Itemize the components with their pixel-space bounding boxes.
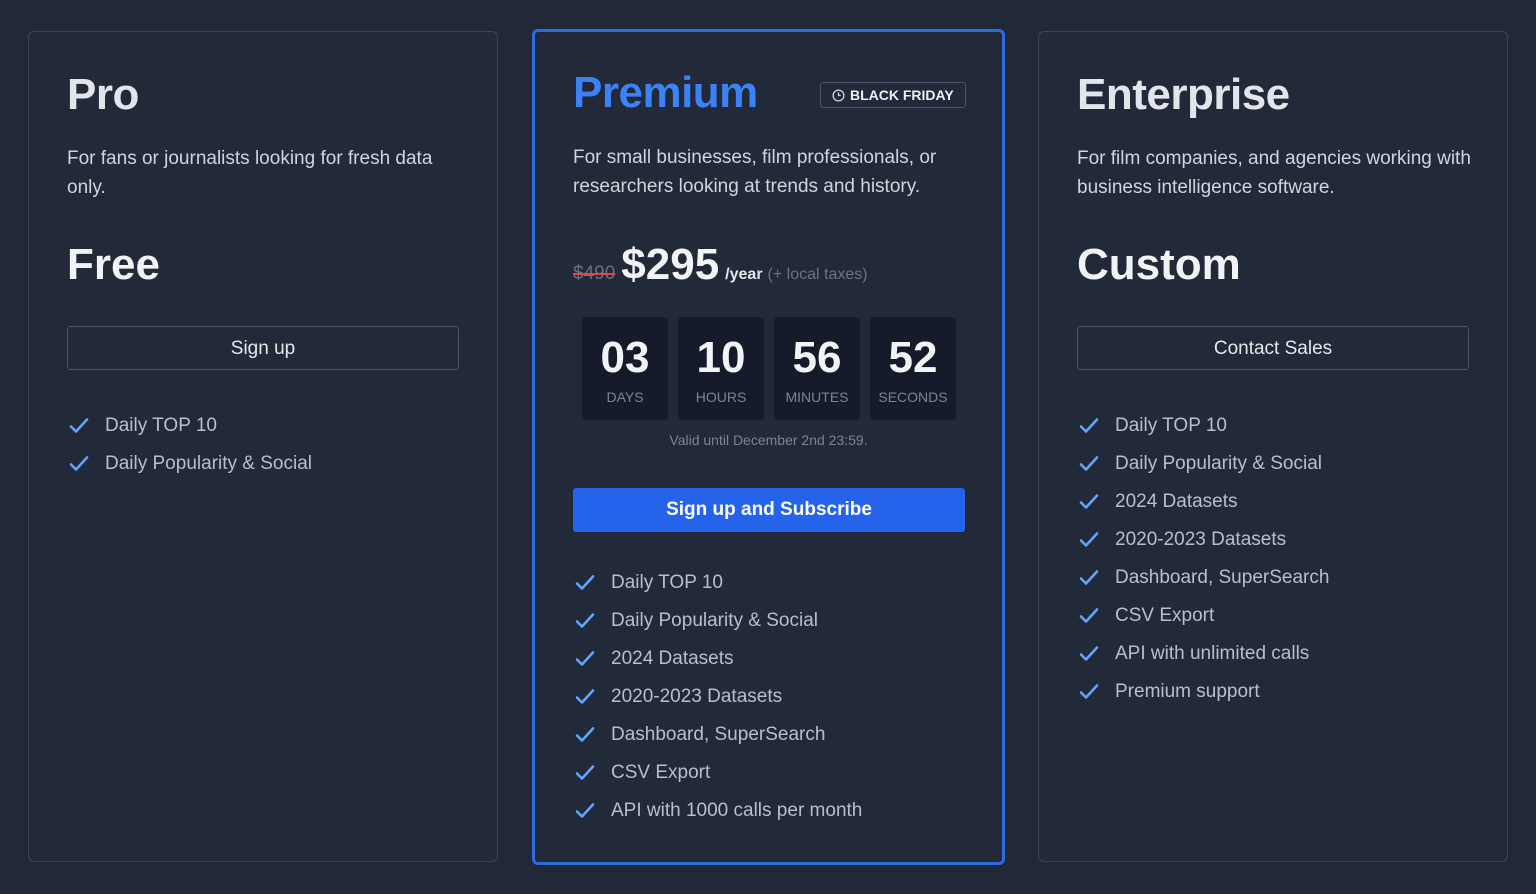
countdown-label: MINUTES — [785, 389, 849, 405]
plan-price: $490 $295 /year (+ local taxes) — [573, 240, 868, 290]
feature-label: Daily TOP 10 — [611, 572, 723, 593]
feature-label: 2024 Datasets — [611, 648, 734, 669]
feature-label: 2024 Datasets — [1115, 491, 1238, 512]
plan-title: Enterprise — [1077, 70, 1290, 119]
plan-price: Free — [67, 240, 160, 289]
check-icon — [575, 575, 595, 590]
check-icon — [575, 613, 595, 628]
check-icon — [575, 651, 595, 666]
feature-label: 2020-2023 Datasets — [611, 686, 783, 707]
feature-item: Daily Popularity & Social — [67, 445, 312, 483]
countdown-label: DAYS — [606, 389, 644, 405]
feature-item: API with unlimited calls — [1077, 635, 1329, 673]
feature-item: Dashboard, SuperSearch — [1077, 559, 1329, 597]
check-icon — [575, 803, 595, 818]
feature-label: Premium support — [1115, 681, 1260, 702]
plan-card-premium: Premium BLACK FRIDAY For small businesse… — [532, 29, 1005, 865]
feature-item: CSV Export — [1077, 597, 1329, 635]
feature-item: API with 1000 calls per month — [573, 792, 862, 830]
feature-item: 2020-2023 Datasets — [573, 678, 862, 716]
countdown-hours: 10 HOURS — [678, 317, 764, 420]
subscribe-button[interactable]: Sign up and Subscribe — [573, 488, 965, 532]
feature-label: Dashboard, SuperSearch — [1115, 567, 1330, 588]
feature-label: Daily Popularity & Social — [1115, 453, 1322, 474]
check-icon — [575, 765, 595, 780]
countdown-value: 52 — [888, 333, 938, 382]
countdown-label: SECONDS — [878, 389, 948, 405]
feature-item: Daily TOP 10 — [1077, 407, 1329, 445]
check-icon — [1079, 418, 1099, 433]
tax-note: (+ local taxes) — [767, 266, 868, 283]
check-icon — [575, 689, 595, 704]
plan-title: Pro — [67, 70, 139, 119]
feature-list: Daily TOP 10 Daily Popularity & Social 202… — [1077, 407, 1329, 711]
check-icon — [1079, 494, 1099, 509]
check-icon — [1079, 532, 1099, 547]
feature-label: API with unlimited calls — [1115, 643, 1310, 664]
check-icon — [575, 727, 595, 742]
plan-card-enterprise: Enterprise For film companies, and agenc… — [1038, 31, 1508, 862]
feature-label: CSV Export — [611, 762, 711, 783]
feature-label: Daily Popularity & Social — [611, 610, 818, 631]
feature-item: Daily TOP 10 — [573, 564, 862, 602]
check-icon — [1079, 608, 1099, 623]
countdown-value: 56 — [792, 333, 842, 382]
countdown-days: 03 DAYS — [582, 317, 668, 420]
feature-list: Daily TOP 10 Daily Popularity & Social 202… — [573, 564, 862, 830]
feature-label: Daily Popularity & Social — [105, 453, 312, 474]
countdown-label: HOURS — [695, 389, 747, 405]
feature-item: CSV Export — [573, 754, 862, 792]
contact-sales-button[interactable]: Contact Sales — [1077, 326, 1469, 370]
feature-label: 2020-2023 Datasets — [1115, 529, 1287, 550]
feature-item: 2024 Datasets — [1077, 483, 1329, 521]
countdown-value: 10 — [696, 333, 746, 382]
check-icon — [69, 418, 89, 433]
billing-period: /year — [725, 266, 763, 283]
check-icon — [69, 456, 89, 471]
feature-item: 2024 Datasets — [573, 640, 862, 678]
check-icon — [1079, 456, 1099, 471]
feature-item: Daily Popularity & Social — [573, 602, 862, 640]
sign-up-button[interactable]: Sign up — [67, 326, 459, 370]
check-icon — [1079, 684, 1099, 699]
plan-description: For film companies, and agencies working… — [1077, 148, 1471, 198]
countdown-value: 03 — [600, 333, 650, 382]
plan-price: Custom — [1077, 240, 1241, 289]
plan-description: For fans or journalists looking for fres… — [67, 148, 433, 198]
feature-item: Dashboard, SuperSearch — [573, 716, 862, 754]
feature-label: API with 1000 calls per month — [611, 800, 863, 821]
countdown-minutes: 56 MINUTES — [774, 317, 860, 420]
black-friday-badge: BLACK FRIDAY — [820, 82, 966, 108]
clock-icon — [832, 88, 845, 102]
feature-label: Daily TOP 10 — [105, 415, 217, 436]
countdown-seconds: 52 SECONDS — [870, 317, 956, 420]
feature-label: Dashboard, SuperSearch — [611, 724, 826, 745]
feature-item: Daily TOP 10 — [67, 407, 312, 445]
plan-title: Premium — [573, 68, 758, 117]
badge-label: BLACK FRIDAY — [850, 87, 954, 103]
original-price: $490 — [573, 263, 616, 284]
feature-label: Daily TOP 10 — [1115, 415, 1227, 436]
check-icon — [1079, 646, 1099, 661]
countdown-timer: 03 DAYS 10 HOURS 56 MINUTES 52 SECONDS — [582, 317, 956, 420]
offer-validity: Valid until December 2nd 23:59. — [669, 432, 868, 448]
feature-label: CSV Export — [1115, 605, 1215, 626]
feature-item: 2020-2023 Datasets — [1077, 521, 1329, 559]
plan-card-pro: Pro For fans or journalists looking for … — [28, 31, 498, 862]
feature-item: Premium support — [1077, 673, 1329, 711]
discounted-price: $295 — [621, 240, 720, 289]
feature-item: Daily Popularity & Social — [1077, 445, 1329, 483]
check-icon — [1079, 570, 1099, 585]
feature-list: Daily TOP 10 Daily Popularity & Social — [67, 407, 312, 483]
plan-description: For small businesses, film professionals… — [573, 147, 937, 197]
